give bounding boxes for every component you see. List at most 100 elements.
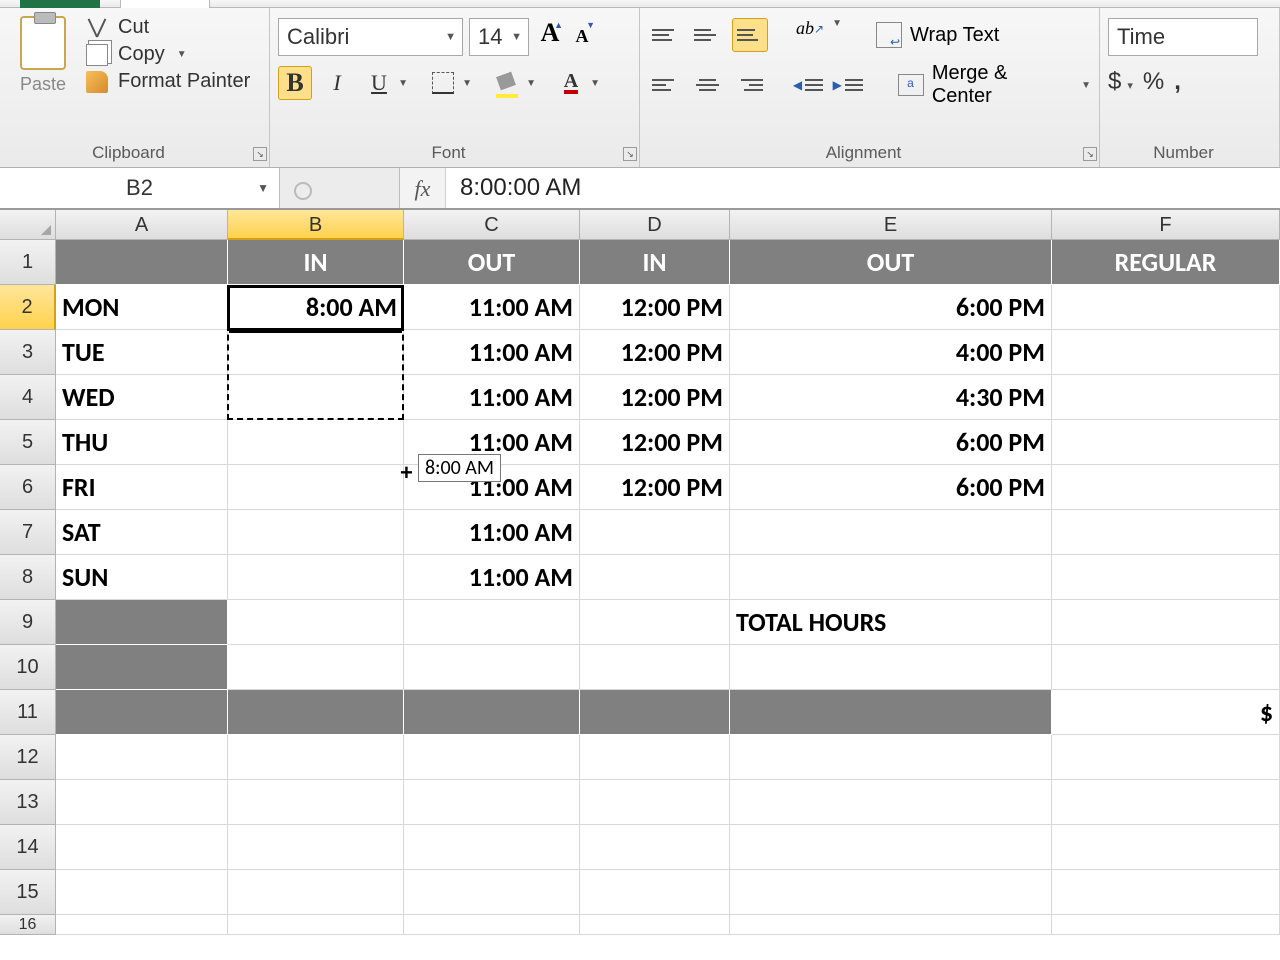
align-bottom-button[interactable]	[732, 18, 768, 52]
wrap-text-button[interactable]: Wrap Text	[866, 22, 999, 48]
cell[interactable]	[56, 780, 228, 825]
cell[interactable]: 11:00 AM	[404, 285, 580, 330]
cell[interactable]	[228, 510, 404, 555]
row-header[interactable]: 4	[0, 375, 56, 420]
cut-button[interactable]: Cut	[86, 16, 250, 39]
cell[interactable]: SUN	[56, 555, 228, 600]
cell[interactable]	[228, 825, 404, 870]
cell[interactable]	[580, 600, 730, 645]
comma-style-button[interactable]: ,	[1174, 68, 1181, 96]
cell[interactable]	[1052, 510, 1280, 555]
cell[interactable]: 11:00 AM	[404, 375, 580, 420]
chevron-down-icon[interactable]: ▼	[462, 78, 472, 89]
bold-button[interactable]: B	[278, 66, 312, 100]
cell[interactable]	[730, 915, 1052, 935]
align-middle-button[interactable]	[690, 18, 726, 52]
cell[interactable]	[228, 735, 404, 780]
cell[interactable]: MON	[56, 285, 228, 330]
format-painter-button[interactable]: Format Painter	[86, 70, 250, 93]
col-header-E[interactable]: E	[730, 210, 1052, 240]
cell[interactable]	[1052, 600, 1280, 645]
cell[interactable]: 4:00 PM	[730, 330, 1052, 375]
cell[interactable]	[228, 690, 404, 735]
number-format-combo[interactable]: Time	[1108, 18, 1258, 56]
paste-button[interactable]: Paste	[8, 12, 78, 132]
cell[interactable]	[580, 825, 730, 870]
underline-button[interactable]: U▼	[362, 66, 396, 100]
align-top-button[interactable]	[648, 18, 684, 52]
cell[interactable]	[580, 645, 730, 690]
cell[interactable]: 11:00 AM	[404, 330, 580, 375]
cell[interactable]: 12:00 PM	[580, 285, 730, 330]
cell[interactable]	[730, 690, 1052, 735]
cell[interactable]	[1052, 375, 1280, 420]
cell[interactable]	[404, 645, 580, 690]
chevron-down-icon[interactable]: ▼	[398, 78, 408, 89]
cell[interactable]	[56, 825, 228, 870]
cell[interactable]	[580, 510, 730, 555]
cell[interactable]	[1052, 735, 1280, 780]
dialog-launcher-icon[interactable]: ↘	[1083, 147, 1097, 161]
col-header-B[interactable]: B	[228, 210, 404, 240]
chevron-down-icon[interactable]: ▼	[257, 181, 269, 195]
cell[interactable]	[228, 420, 404, 465]
increase-indent-button[interactable]	[831, 68, 865, 102]
cell[interactable]: 6:00 PM	[730, 420, 1052, 465]
cell[interactable]	[56, 600, 228, 645]
cell[interactable]: SAT	[56, 510, 228, 555]
cell[interactable]: IN	[580, 240, 730, 285]
chevron-down-icon[interactable]: ▼	[526, 78, 536, 89]
cell[interactable]	[1052, 825, 1280, 870]
row-header[interactable]: 13	[0, 780, 56, 825]
cell[interactable]: FRI	[56, 465, 228, 510]
cell[interactable]	[580, 780, 730, 825]
dialog-launcher-icon[interactable]: ↘	[623, 147, 637, 161]
cell[interactable]: 12:00 PM	[580, 375, 730, 420]
row-header[interactable]: 6	[0, 465, 56, 510]
cell[interactable]: 4:30 PM	[730, 375, 1052, 420]
chevron-down-icon[interactable]: ▼	[590, 78, 600, 89]
cell[interactable]	[580, 690, 730, 735]
row-header[interactable]: 5	[0, 420, 56, 465]
home-tab[interactable]	[120, 0, 210, 8]
cell[interactable]	[1052, 915, 1280, 935]
select-all-button[interactable]	[0, 210, 56, 240]
cell[interactable]: OUT	[404, 240, 580, 285]
cell[interactable]	[1052, 420, 1280, 465]
orientation-button[interactable]: ab▼	[792, 18, 828, 52]
worksheet[interactable]: A B C D E F 1 IN OUT IN OUT REGULAR 2 MO…	[0, 210, 1280, 935]
cell[interactable]: 11:00 AM	[404, 510, 580, 555]
row-header[interactable]: 10	[0, 645, 56, 690]
cell[interactable]	[56, 735, 228, 780]
row-header[interactable]: 1	[0, 240, 56, 285]
cell[interactable]	[56, 915, 228, 935]
chevron-down-icon[interactable]: ▼	[511, 31, 522, 43]
cell[interactable]	[228, 870, 404, 915]
font-size-combo[interactable]: 14 ▼	[469, 18, 529, 56]
cell[interactable]	[1052, 645, 1280, 690]
cell[interactable]	[730, 780, 1052, 825]
cell[interactable]	[1052, 285, 1280, 330]
cell[interactable]: 12:00 PM	[580, 465, 730, 510]
cell[interactable]: 12:00 PM	[580, 330, 730, 375]
cell[interactable]	[404, 600, 580, 645]
cell[interactable]	[404, 735, 580, 780]
cell[interactable]	[730, 735, 1052, 780]
cell-B2[interactable]: 8:00 AM	[228, 285, 404, 330]
col-header-F[interactable]: F	[1052, 210, 1280, 240]
cell[interactable]: 11:00 AM	[404, 465, 580, 510]
italic-button[interactable]: I	[320, 66, 354, 100]
cell[interactable]	[56, 645, 228, 690]
cell[interactable]: 12:00 PM	[580, 420, 730, 465]
cell[interactable]: 11:00 AM	[404, 555, 580, 600]
increase-font-button[interactable]: A▲	[535, 18, 565, 56]
cell[interactable]	[228, 465, 404, 510]
cell[interactable]	[1052, 555, 1280, 600]
cell[interactable]	[404, 780, 580, 825]
align-left-button[interactable]	[648, 68, 684, 102]
row-header[interactable]: 14	[0, 825, 56, 870]
chevron-down-icon[interactable]: ▼	[1081, 80, 1091, 91]
decrease-indent-button[interactable]	[791, 68, 825, 102]
percent-button[interactable]: %	[1143, 68, 1164, 96]
formula-bar[interactable]: 8:00:00 AM	[446, 168, 1280, 208]
